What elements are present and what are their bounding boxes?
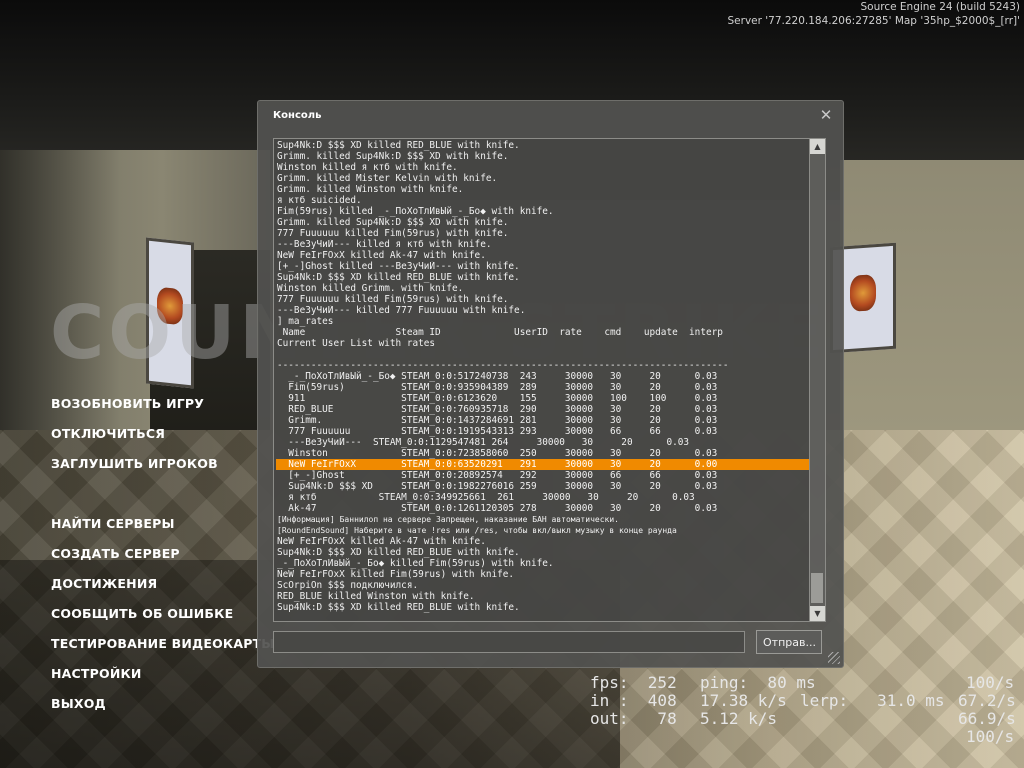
console-line: _-_ПоХоТлИвЫй_-_Бо◆ killed Fim(59rus) wi… (277, 558, 554, 569)
console-line: [RoundEndSound] Наберите в чате !res или… (277, 526, 677, 535)
console-line: я ктб suicided. (277, 195, 362, 206)
netgraph-out: out: 78 (590, 709, 677, 728)
menu-mute-players[interactable]: ЗАГЛУШИТЬ ИГРОКОВ (51, 456, 218, 471)
console-line: ---ВеЗуЧиЙ--- killed 777 Fuuuuuu with kn… (277, 305, 526, 316)
console-line: Current User List with rates (277, 338, 436, 349)
console-line: Grimm. killed Mister Kelvin with knife. (277, 173, 498, 184)
console-line: Winston killed Grimm. with knife. (277, 283, 464, 294)
netgraph-in-pct: 67.2/s (958, 691, 1016, 710)
console-line: Name Steam ID UserID rate cmd update int… (277, 327, 723, 338)
netgraph-fps: fps: 252 (590, 673, 677, 692)
console-line: Sup4Nk:D $$$ XD STEAM_0:0:1982276016 259… (277, 481, 718, 492)
console-log-lines: Sup4Nk:D $$$ XD killed RED_BLUE with kni… (276, 140, 809, 613)
scroll-down-icon[interactable]: ▼ (810, 606, 825, 621)
poster-emblem-icon (850, 274, 876, 312)
console-line: Fim(59rus) killed _-_ПоХоТлИвЫй_-_Бо◆ wi… (277, 206, 554, 217)
console-line: [+_-]Ghost STEAM_0:0:20892574 292 30000 … (277, 470, 718, 481)
console-line: Winston killed я ктб with knife. (277, 162, 458, 173)
console-line: ScOrpiOn $$$ подключился. (277, 580, 419, 591)
console-line: Ak-47 STEAM_0:0:1261120305 278 30000 30 … (277, 503, 718, 514)
console-line: 777 Fuuuuuu killed Fim(59rus) with knife… (277, 294, 509, 305)
console-line: Sup4Nk:D $$$ XD killed RED_BLUE with kni… (277, 272, 520, 283)
console-line: [Информация] Баннилоп на сервере Запреще… (277, 515, 619, 524)
console-line: ---ВеЗуЧиЙ--- killed я ктб with knife. (277, 239, 492, 250)
menu-report-bug[interactable]: СООБЩИТЬ ОБ ОШИБКЕ (51, 606, 233, 621)
engine-version: Source Engine 24 (build 5243) (860, 1, 1021, 13)
console-line-highlighted: NeW FeIrFOxX STEAM_0:0:63520291 291 3000… (276, 459, 809, 470)
server-info: Server '77.220.184.206:27285' Map '35hp_… (727, 15, 1021, 27)
console-line: ----------------------------------------… (277, 360, 729, 371)
console-line: _-_ПоХоТлИвЫй_-_Бо◆ STEAM_0:0:517240738 … (277, 371, 718, 382)
console-line: Sup4Nk:D $$$ XD killed RED_BLUE with kni… (277, 547, 520, 558)
netgraph-rate-top: 100/s (966, 673, 1015, 692)
scroll-up-icon[interactable]: ▲ (810, 139, 825, 154)
menu-video-stress-test[interactable]: ТЕСТИРОВАНИЕ ВИДЕОКАРТЫ (51, 636, 274, 651)
console-line: RED_BLUE killed Winston with knife. (277, 591, 475, 602)
console-line: RED_BLUE STEAM_0:0:760935718 290 30000 3… (277, 404, 718, 415)
resize-grip-icon[interactable] (828, 652, 840, 664)
console-line: ---ВеЗуЧиЙ--- STEAM_0:0:1129547481 264 3… (277, 437, 690, 448)
menu-find-servers[interactable]: НАЙТИ СЕРВЕРЫ (51, 516, 175, 531)
console-command-input[interactable] (273, 631, 745, 653)
console-line: [+_-]Ghost killed ---ВеЗуЧиЙ--- with kni… (277, 261, 520, 272)
console-log[interactable]: Sup4Nk:D $$$ XD killed RED_BLUE with kni… (273, 138, 826, 622)
console-line: Grimm. killed Sup4Nk:D $$$ XD with knife… (277, 151, 509, 162)
console-scrollbar[interactable]: ▲ ▼ (809, 139, 825, 621)
scrollbar-thumb[interactable] (811, 573, 823, 603)
netgraph-out-pct: 66.9/s (958, 709, 1016, 728)
netgraph-out-rate: 5.12 k/s (700, 709, 778, 728)
netgraph-rate-bottom: 100/s (966, 727, 1015, 746)
console-line: я ктб STEAM_0:0:349925661 261 30000 30 2… (277, 492, 695, 503)
console-line: NeW FeIrFOxX killed Ak-47 with knife. (277, 536, 486, 547)
console-line: Grimm. killed Winston with knife. (277, 184, 464, 195)
console-line: ] ma_rates (277, 316, 334, 327)
console-line: Grimm. killed Sup4Nk:D $$$ XD with knife… (277, 217, 509, 228)
console-line: 777 Fuuuuuu killed Fim(59rus) with knife… (277, 228, 509, 239)
console-line: Sup4Nk:D $$$ XD killed RED_BLUE with kni… (277, 602, 520, 613)
menu-options[interactable]: НАСТРОЙКИ (51, 666, 142, 681)
console-line: Grimm. STEAM_0:0:1437284691 281 30000 30… (277, 415, 718, 426)
submit-button[interactable]: Отправ... (756, 630, 822, 654)
netgraph-lerp: lerp: 31.0 ms (800, 691, 945, 710)
console-line: Winston STEAM_0:0:723858060 250 30000 30… (277, 448, 718, 459)
menu-resume-game[interactable]: ВОЗОБНОВИТЬ ИГРУ (51, 396, 204, 411)
engine-info: Source Engine 24 (build 5243) Server '77… (728, 0, 1021, 28)
console-line: NeW FeIrFOxX killed Fim(59rus) with knif… (277, 569, 515, 580)
console-line: NeW FeIrFOxX killed Ak-47 with knife. (277, 250, 486, 261)
netgraph-ping: ping: 80 ms (700, 673, 816, 692)
netgraph-in-rate: 17.38 k/s (700, 691, 787, 710)
console-window[interactable]: Консоль ✕ Sup4Nk:D $$$ XD killed RED_BLU… (257, 100, 844, 668)
console-line: 911 STEAM_0:0:6123620 155 30000 100 100 … (277, 393, 718, 404)
close-icon[interactable]: ✕ (819, 108, 833, 123)
menu-disconnect[interactable]: ОТКЛЮЧИТЬСЯ (51, 426, 165, 441)
menu-quit[interactable]: ВЫХОД (51, 696, 106, 711)
menu-create-server[interactable]: СОЗДАТЬ СЕРВЕР (51, 546, 180, 561)
netgraph-in: in : 408 (590, 691, 677, 710)
console-line: Fim(59rus) STEAM_0:0:935904389 289 30000… (277, 382, 718, 393)
console-line: 777 Fuuuuuu STEAM_0:0:1919543313 293 300… (277, 426, 718, 437)
console-line: Sup4Nk:D $$$ XD killed RED_BLUE with kni… (277, 140, 520, 151)
console-title: Консоль (273, 110, 322, 121)
menu-achievements[interactable]: ДОСТИЖЕНИЯ (51, 576, 157, 591)
